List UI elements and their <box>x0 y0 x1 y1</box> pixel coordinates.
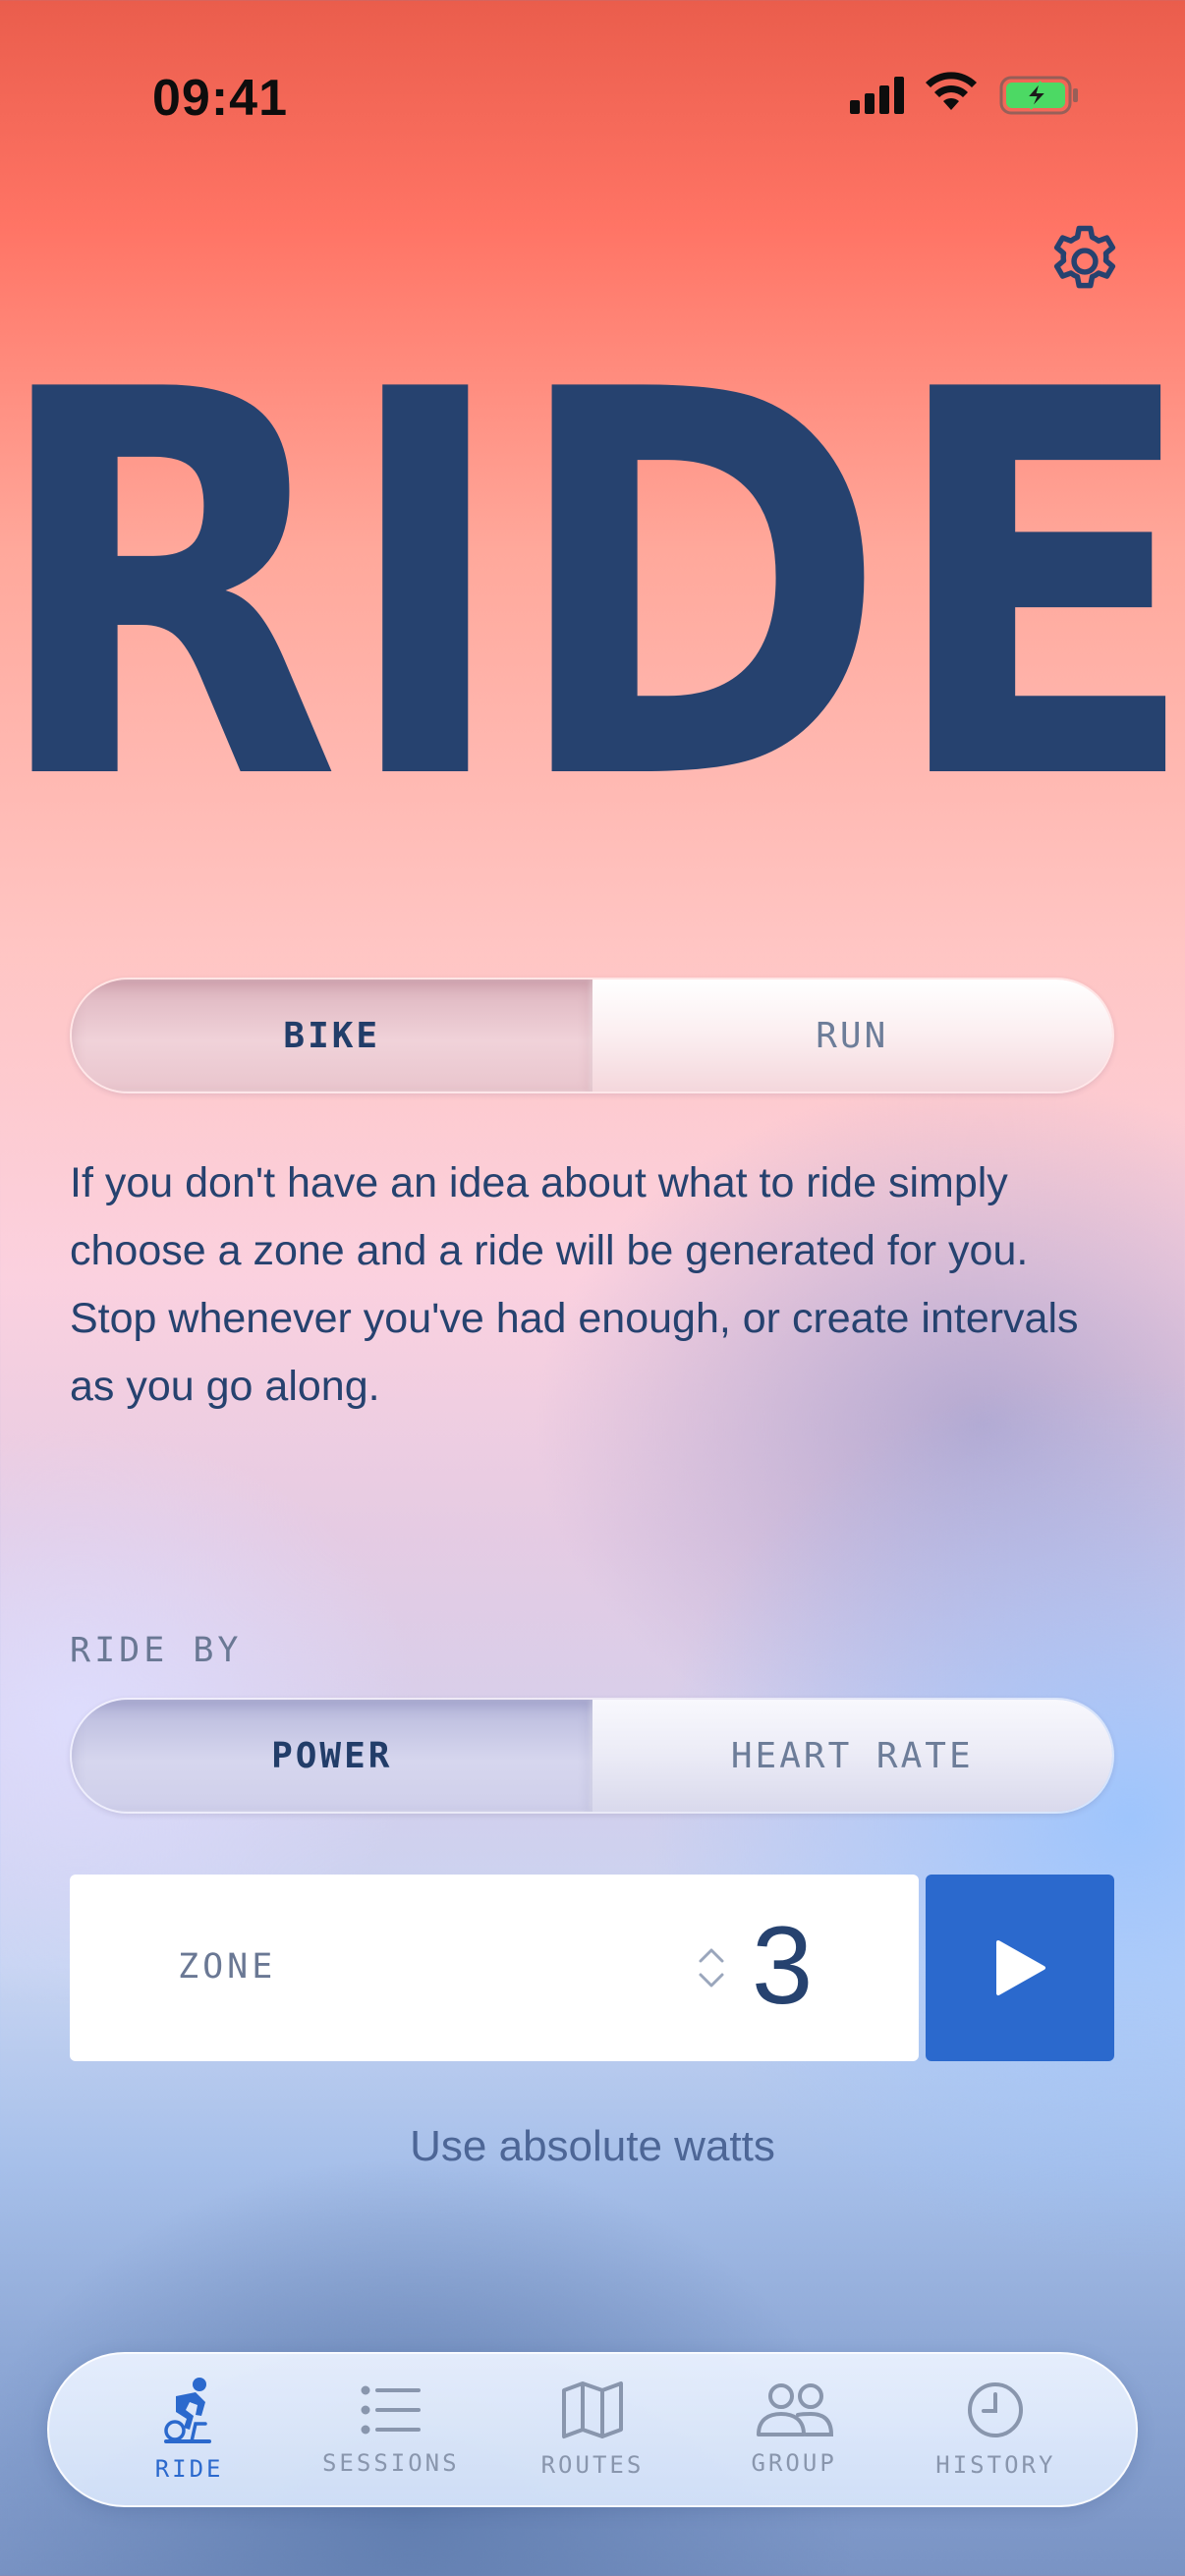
tab-bar: RIDE SESSIONS ROUTES GROUP HISTORY <box>47 2352 1138 2507</box>
wifi-icon <box>926 72 977 110</box>
use-absolute-watts-link[interactable]: Use absolute watts <box>0 2122 1185 2171</box>
heart-rate-option[interactable]: HEART RATE <box>592 1700 1112 1812</box>
power-option[interactable]: POWER <box>72 1700 592 1812</box>
gear-icon <box>1053 225 1116 289</box>
bike-option[interactable]: BIKE <box>72 980 592 1092</box>
tab-label: RIDE <box>154 2455 224 2483</box>
tab-ride[interactable]: RIDE <box>96 2361 283 2498</box>
svg-text:RIDE: RIDE <box>0 383 1185 776</box>
tab-sessions[interactable]: SESSIONS <box>298 2361 484 2498</box>
ride-by-toggle: POWER HEART RATE <box>70 1698 1114 1814</box>
tab-label: SESSIONS <box>321 2449 460 2477</box>
zone-picker[interactable]: ZONE 3 <box>70 1875 919 2061</box>
tab-history[interactable]: HISTORY <box>902 2361 1089 2498</box>
sport-toggle: BIKE RUN <box>70 978 1114 1093</box>
tab-routes[interactable]: ROUTES <box>499 2361 686 2498</box>
stepper-chevrons-icon[interactable] <box>697 1945 726 1990</box>
zone-value: 3 <box>752 1904 814 2027</box>
battery-charging-icon <box>999 76 1078 115</box>
page-title: RIDE <box>0 383 1185 776</box>
list-icon <box>361 2385 421 2435</box>
group-icon <box>757 2383 834 2436</box>
tab-label: ROUTES <box>540 2451 645 2479</box>
map-icon <box>561 2381 623 2438</box>
tab-label: HISTORY <box>935 2451 1056 2479</box>
zone-label: ZONE <box>178 1947 277 1987</box>
description-text: If you don't have an idea about what to … <box>70 1159 1079 1410</box>
start-ride-button[interactable] <box>926 1875 1114 2061</box>
signal-icon <box>850 77 904 114</box>
ride-by-label: RIDE BY <box>70 1631 243 1670</box>
tab-group[interactable]: GROUP <box>701 2361 887 2498</box>
status-time: 09:41 <box>152 70 288 127</box>
play-icon <box>996 1940 1045 1995</box>
settings-button[interactable] <box>1044 221 1125 302</box>
clock-icon <box>968 2382 1024 2437</box>
status-bar: 09:41 <box>0 0 1185 187</box>
run-option[interactable]: RUN <box>592 980 1112 1092</box>
cyclist-icon <box>163 2378 211 2443</box>
tab-label: GROUP <box>751 2449 837 2477</box>
